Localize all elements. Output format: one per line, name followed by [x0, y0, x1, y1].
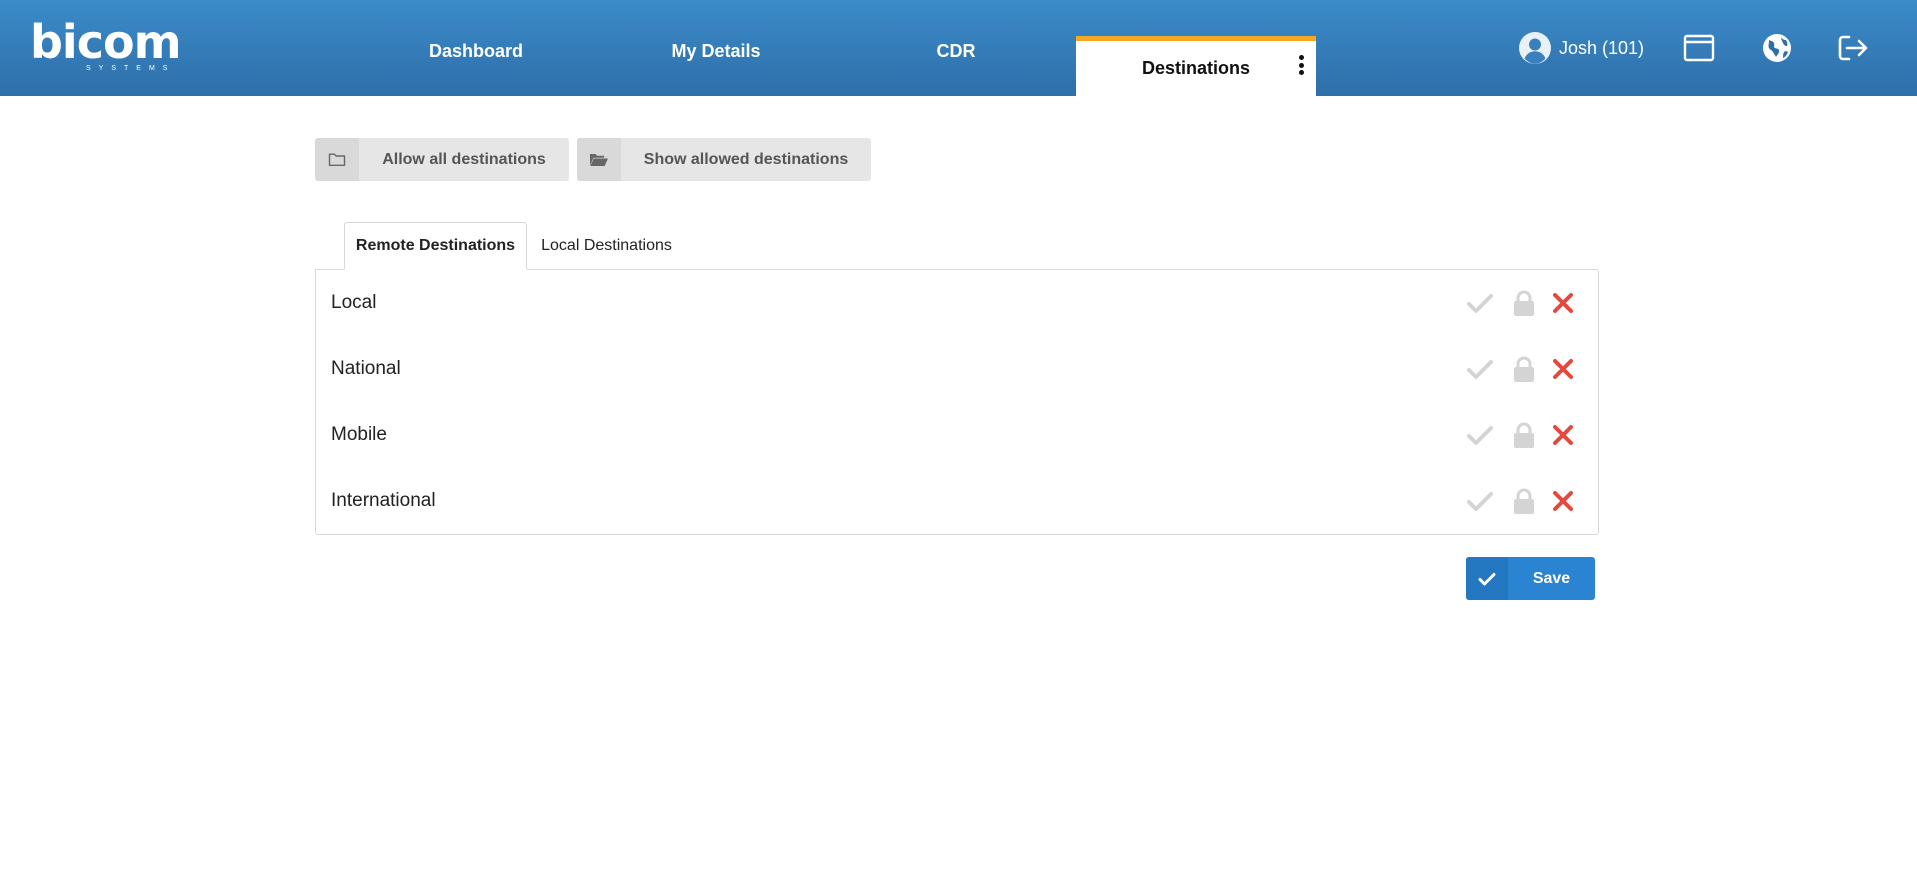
folder-icon: [315, 138, 359, 181]
folder-open-icon: [577, 138, 621, 181]
tab-remote-destinations[interactable]: Remote Destinations: [344, 222, 527, 270]
top-header: bicom SYSTEMS Dashboard My Details CDR D…: [0, 0, 1917, 96]
logo-subtext: SYSTEMS: [86, 65, 176, 72]
nav-tab-destinations[interactable]: Destinations: [1076, 36, 1316, 96]
lock-icon[interactable]: [1512, 289, 1536, 317]
logo-text: bicom: [30, 15, 181, 69]
nav-tab-cdr[interactable]: CDR: [836, 0, 1076, 96]
destination-row-national: National: [316, 336, 1598, 402]
allow-check-icon[interactable]: [1466, 487, 1494, 515]
destination-row-local: Local: [316, 270, 1598, 336]
destination-name: International: [331, 490, 436, 511]
lock-icon[interactable]: [1512, 421, 1536, 449]
save-label: Save: [1532, 569, 1571, 587]
destinations-panel: Local National Mobile International: [315, 269, 1599, 535]
allow-check-icon[interactable]: [1466, 355, 1494, 383]
allow-check-icon[interactable]: [1466, 289, 1494, 317]
lock-icon[interactable]: [1512, 355, 1536, 383]
destination-row-international: International: [316, 468, 1598, 534]
allow-all-destinations-label: Allow all destinations: [382, 150, 546, 168]
window-icon[interactable]: [1682, 32, 1716, 64]
show-allowed-destinations-label: Show allowed destinations: [643, 150, 849, 168]
show-allowed-destinations-button[interactable]: Show allowed destinations: [577, 138, 871, 181]
allow-check-icon[interactable]: [1466, 421, 1494, 449]
more-menu-icon[interactable]: [1293, 52, 1309, 78]
tab-local-destinations[interactable]: Local Destinations: [528, 222, 685, 270]
destination-name: Mobile: [331, 424, 387, 445]
destination-name: National: [331, 358, 401, 379]
globe-icon[interactable]: [1760, 32, 1794, 64]
destination-name: Local: [331, 292, 377, 313]
check-icon: [1466, 557, 1508, 600]
deny-x-icon[interactable]: [1551, 357, 1575, 381]
user-avatar-icon: [1519, 32, 1551, 64]
bicom-logo[interactable]: bicom SYSTEMS: [30, 16, 181, 74]
user-menu[interactable]: Josh (101): [1519, 31, 1644, 65]
save-button[interactable]: Save: [1466, 557, 1595, 600]
destination-row-mobile: Mobile: [316, 402, 1598, 468]
nav-tab-my-details[interactable]: My Details: [596, 0, 836, 96]
deny-x-icon[interactable]: [1551, 291, 1575, 315]
allow-all-destinations-button[interactable]: Allow all destinations: [315, 138, 569, 181]
user-name: Josh (101): [1559, 37, 1645, 58]
lock-icon[interactable]: [1512, 487, 1536, 515]
logout-icon[interactable]: [1836, 32, 1870, 64]
nav-tab-dashboard[interactable]: Dashboard: [356, 0, 596, 96]
deny-x-icon[interactable]: [1551, 489, 1575, 513]
deny-x-icon[interactable]: [1551, 423, 1575, 447]
